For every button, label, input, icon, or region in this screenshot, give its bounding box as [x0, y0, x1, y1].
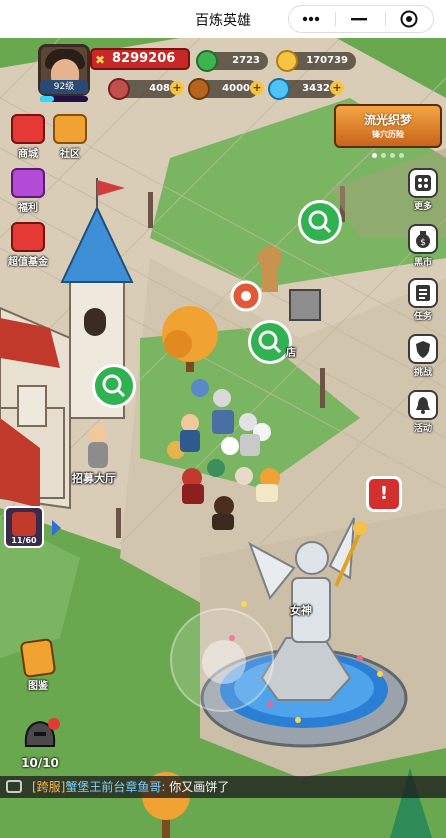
recruit-hall-label[interactable]: 招募大厅 [72, 470, 116, 486]
mini-program-title-bar: 百炼英雄 [0, 0, 446, 38]
wood-value: 4000 [222, 83, 250, 94]
add-meat-button[interactable]: + [170, 81, 184, 95]
welfare-button[interactable]: 福利 [4, 168, 52, 214]
fund-button[interactable]: 超值基金 [4, 222, 52, 268]
shop-stub-label: 店 [286, 348, 296, 359]
gift-box-icon [11, 168, 45, 198]
bell-icon [408, 390, 438, 420]
gold-coin-icon [276, 50, 298, 72]
chat-user: 蟹堡王前台章鱼哥: [65, 780, 166, 794]
gold-value: 170739 [306, 55, 348, 66]
crystal-icon [268, 78, 290, 100]
crystal-counter[interactable]: 3432 + [268, 78, 344, 100]
goddess-label[interactable]: 女神 [290, 602, 312, 618]
shop-icon [11, 114, 45, 144]
chat-message: 你又画饼了 [165, 780, 230, 794]
gems-value: 2723 [232, 55, 260, 66]
codex-label: 图鉴 [28, 681, 48, 692]
events-button[interactable]: 活动 [406, 390, 440, 434]
money-bag-icon: $ [408, 224, 438, 254]
helmet-count: 10/10 [21, 756, 59, 770]
search-bubble-icon[interactable] [92, 364, 136, 408]
chat-bar[interactable]: [跨服]蟹堡王前台章鱼哥: 你又画饼了 [0, 776, 446, 798]
fund-label: 超值基金 [8, 257, 48, 268]
more-button[interactable]: 更多 [406, 168, 440, 212]
community-label: 社区 [60, 149, 80, 160]
welfare-label: 福利 [18, 203, 38, 214]
more-label: 更多 [413, 202, 432, 212]
community-button[interactable]: 社区 [46, 114, 94, 160]
add-crystal-button[interactable]: + [330, 81, 344, 95]
gold-counter[interactable]: 170739 [276, 50, 356, 72]
combat-power-value: 8299206 [112, 51, 176, 66]
shield-icon [408, 334, 438, 364]
event-banner-title: 流光织梦 [363, 113, 412, 127]
combat-power[interactable]: ✖ 8299206 [90, 48, 190, 70]
challenge-button[interactable]: 挑战 [406, 334, 440, 378]
crossed-swords-icon: ✖ [95, 53, 106, 67]
helmet-icon [24, 718, 60, 747]
minimize-icon[interactable] [339, 6, 379, 32]
helmet-stamina[interactable]: 10/10 [16, 716, 64, 770]
banner-pager-dots [372, 153, 404, 158]
svg-text:$: $ [420, 238, 426, 248]
player-level: 92级 [40, 80, 88, 94]
add-wood-button[interactable]: + [250, 81, 264, 95]
event-banner-subtitle: 锋穴历险 [372, 130, 404, 139]
hero-card-count: 11/60 [11, 536, 37, 545]
chat-channel: [跨服] [32, 780, 66, 794]
wood-counter[interactable]: 4000 + [188, 78, 264, 100]
close-miniprogram-icon[interactable] [389, 6, 429, 32]
chat-bubble-icon [6, 780, 22, 793]
green-gem-icon [196, 50, 218, 72]
shop-label: 商城 [18, 149, 38, 160]
tasks-button[interactable]: 任务 [406, 278, 440, 322]
alert-bubble-icon[interactable]: ! [366, 476, 402, 512]
codex-button[interactable]: 图鉴 [14, 637, 62, 692]
meat-value: 408 [149, 83, 170, 94]
more-options-icon[interactable] [291, 6, 331, 32]
meat-icon [108, 78, 130, 100]
meat-counter[interactable]: 408 + [108, 78, 184, 100]
crystal-value: 3432 [302, 83, 330, 94]
black-market-label: 黑市 [413, 258, 432, 268]
gems-counter[interactable]: 2723 [196, 50, 268, 72]
black-market-button[interactable]: $ 黑市 [406, 224, 440, 268]
fund-chart-icon [11, 222, 45, 252]
hero-card-slot[interactable]: 11/60 [4, 506, 61, 548]
shop-button[interactable]: 商城 [4, 114, 52, 160]
search-bubble-icon[interactable] [298, 200, 342, 244]
task-list-icon [408, 278, 438, 308]
community-house-icon [53, 114, 87, 144]
expand-arrow-icon[interactable] [52, 520, 61, 536]
virtual-joystick[interactable] [170, 608, 274, 712]
tasks-label: 任务 [413, 312, 432, 322]
challenge-label: 挑战 [413, 368, 432, 378]
events-label: 活动 [413, 424, 432, 434]
xp-bar [40, 96, 88, 102]
capsule-menu [288, 5, 434, 33]
event-banner[interactable]: 流光织梦 锋穴历险 [334, 104, 442, 148]
hero-portrait-icon [12, 512, 36, 536]
codex-book-icon [19, 637, 57, 679]
joystick-knob[interactable] [202, 640, 246, 684]
more-dice-icon [408, 168, 438, 198]
wood-log-icon [188, 78, 210, 100]
